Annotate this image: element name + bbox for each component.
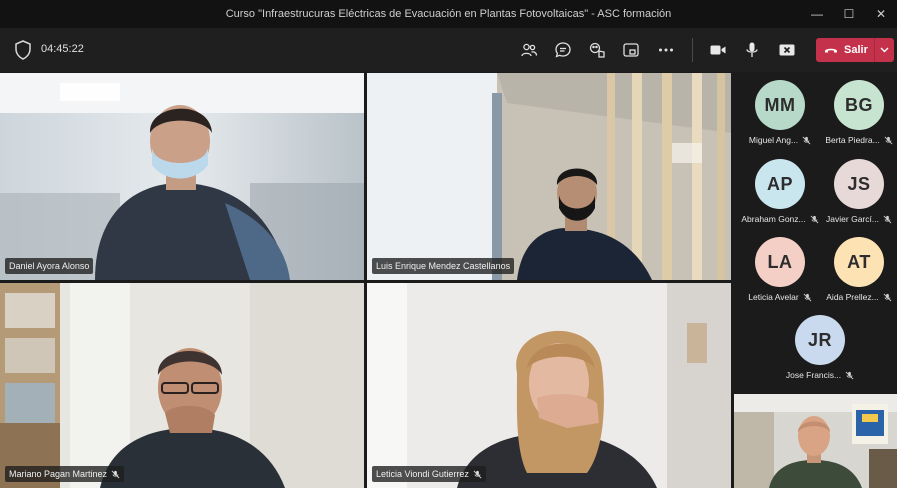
participant-name: Abraham Gonz... — [741, 214, 806, 224]
shield-icon[interactable] — [14, 40, 32, 60]
share-stop-icon — [779, 44, 795, 56]
reactions-button[interactable] — [585, 38, 609, 62]
mic-off-icon — [883, 293, 892, 301]
video-tile[interactable]: Luis Enrique Mendez Castellanos — [367, 73, 731, 280]
participant-name-row: Leticia Avelar — [740, 292, 820, 302]
participant-name-row: Jose Francis... — [780, 370, 860, 380]
people-icon — [521, 43, 538, 57]
tile-name-label: Mariano Pagan Martinez — [5, 466, 125, 482]
rooms-button[interactable] — [619, 38, 643, 62]
mic-off-icon — [473, 470, 482, 478]
participant-gallery: MM Miguel Ang... BG Berta Piedra... AP A… — [732, 72, 897, 388]
meeting-timer: 04:45:22 — [41, 43, 84, 55]
tile-name-label: Luis Enrique Mendez Castellanos — [372, 258, 515, 274]
participant-name: Daniel Ayora Alonso — [9, 261, 90, 271]
minimize-button[interactable]: — — [801, 0, 833, 28]
participant-avatar-tile[interactable]: JS Javier Garcí... — [819, 159, 897, 224]
hang-up-icon — [825, 48, 837, 53]
chevron-down-icon — [880, 47, 889, 53]
mic-off-icon — [111, 470, 120, 478]
camera-button[interactable] — [706, 38, 730, 62]
close-window-button[interactable]: ✕ — [865, 0, 897, 28]
participant-name: Leticia Viondi Gutierrez — [376, 469, 469, 479]
leave-main[interactable]: Salir — [816, 38, 874, 62]
participant-avatar-tile[interactable]: BG Berta Piedra... — [819, 80, 897, 145]
participant-avatar-tile[interactable]: LA Leticia Avelar — [740, 237, 820, 302]
leave-button[interactable]: Salir — [816, 38, 894, 62]
participant-name: Miguel Ang... — [748, 135, 799, 145]
mic-off-icon — [884, 136, 893, 144]
chat-button[interactable] — [551, 38, 575, 62]
participant-name: Leticia Avelar — [748, 292, 799, 302]
more-options-button[interactable] — [654, 38, 678, 62]
participant-name-row: Miguel Ang... — [740, 135, 820, 145]
participant-name: Aida Prellez... — [826, 292, 879, 302]
raise-hand-icon — [589, 42, 605, 58]
title-bar: Curso "Infraestrucuras Eléctricas de Eva… — [0, 0, 897, 28]
participant-name: Javier Garcí... — [826, 214, 879, 224]
microphone-icon — [746, 42, 758, 57]
participant-name: Mariano Pagan Martinez — [9, 469, 108, 479]
leave-options-button[interactable] — [874, 38, 894, 62]
participant-avatar-tile[interactable]: MM Miguel Ang... — [740, 80, 820, 145]
participant-video — [0, 283, 364, 488]
participant-name-row: Abraham Gonz... — [740, 214, 820, 224]
participant-name: Luis Enrique Mendez Castellanos — [376, 261, 511, 271]
meeting-toolbar: 04:45:22 Salir — [0, 28, 897, 72]
tile-name-label: Daniel Ayora Alonso — [5, 258, 94, 274]
self-view-video[interactable] — [734, 394, 897, 488]
self-video — [734, 394, 897, 488]
tile-name-label: Leticia Viondi Gutierrez — [372, 466, 486, 482]
people-button[interactable] — [517, 38, 541, 62]
share-screen-button[interactable] — [775, 38, 799, 62]
window-controls: — ☐ ✕ — [801, 0, 897, 28]
avatar: AP — [755, 159, 805, 209]
participant-name-row: Javier Garcí... — [819, 214, 897, 224]
avatar: BG — [834, 80, 884, 130]
participant-avatar-tile[interactable]: JR Jose Francis... — [780, 315, 860, 380]
participant-video — [0, 73, 364, 280]
rooms-icon — [623, 43, 639, 57]
window-title: Curso "Infraestrucuras Eléctricas de Eva… — [225, 8, 672, 20]
participant-name: Berta Piedra... — [825, 135, 880, 145]
video-camera-icon — [710, 45, 726, 55]
participant-video — [367, 73, 731, 280]
mic-off-icon — [803, 293, 812, 301]
participant-name-row: Aida Prellez... — [819, 292, 897, 302]
participant-avatar-tile[interactable]: AP Abraham Gonz... — [740, 159, 820, 224]
video-tile[interactable]: Mariano Pagan Martinez — [0, 283, 364, 488]
avatar: JS — [834, 159, 884, 209]
microphone-button[interactable] — [740, 38, 764, 62]
leave-label: Salir — [844, 44, 868, 56]
video-tile[interactable]: Daniel Ayora Alonso — [0, 73, 364, 280]
video-tile[interactable]: Leticia Viondi Gutierrez — [367, 283, 731, 488]
avatar: AT — [834, 237, 884, 287]
mic-off-icon — [845, 371, 854, 379]
participant-video — [367, 283, 731, 488]
more-icon — [659, 48, 673, 52]
avatar: MM — [755, 80, 805, 130]
participant-name: Jose Francis... — [785, 370, 842, 380]
avatar: LA — [755, 237, 805, 287]
avatar: JR — [795, 315, 845, 365]
mic-off-icon — [802, 136, 811, 144]
participant-name-row: Berta Piedra... — [819, 135, 897, 145]
chat-icon — [555, 42, 571, 58]
toolbar-divider — [692, 38, 693, 62]
participant-avatar-tile[interactable]: AT Aida Prellez... — [819, 237, 897, 302]
maximize-button[interactable]: ☐ — [833, 0, 865, 28]
mic-off-icon — [883, 215, 892, 223]
mic-off-icon — [810, 215, 819, 223]
